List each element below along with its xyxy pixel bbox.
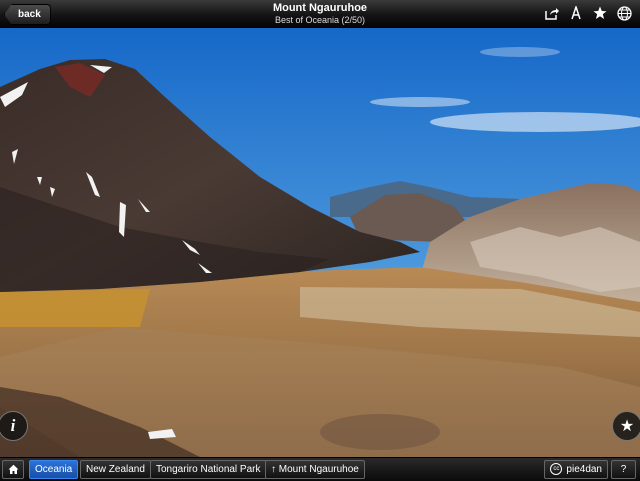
title-area: Mount Ngauruhoe Best of Oceania (2/50) bbox=[180, 2, 460, 26]
author-name: pie4dan bbox=[566, 464, 602, 475]
share-icon[interactable] bbox=[544, 4, 560, 22]
breadcrumb-new-zealand[interactable]: New Zealand bbox=[80, 460, 151, 479]
home-icon bbox=[8, 464, 18, 474]
breadcrumb-mount-ngauruhoe[interactable]: ↑ Mount Ngauruhoe bbox=[265, 460, 365, 479]
add-favorite-button[interactable]: ★ bbox=[612, 411, 640, 441]
help-button[interactable]: ? bbox=[611, 460, 636, 479]
star-icon[interactable] bbox=[592, 4, 608, 22]
text-size-icon[interactable] bbox=[568, 4, 584, 22]
back-button[interactable]: back bbox=[4, 4, 51, 25]
page-subtitle: Best of Oceania (2/50) bbox=[274, 15, 366, 25]
breadcrumb-oceania[interactable]: Oceania bbox=[29, 460, 79, 479]
bottom-bar: Oceania New Zealand Tongariro National P… bbox=[0, 457, 640, 481]
globe-icon[interactable] bbox=[616, 4, 632, 22]
page-title: Mount Ngauruhoe bbox=[272, 2, 368, 14]
author-credit-button[interactable]: cc pie4dan bbox=[544, 460, 608, 479]
breadcrumb-current-label: Mount Ngauruhoe bbox=[278, 464, 359, 475]
home-button[interactable] bbox=[2, 460, 24, 479]
landscape-photo[interactable] bbox=[0, 27, 640, 457]
pin-icon: ↑ bbox=[271, 464, 276, 475]
star-plus-icon: ★ bbox=[619, 418, 635, 435]
top-bar: back Mount Ngauruhoe Best of Oceania (2/… bbox=[0, 0, 640, 28]
breadcrumb-tongariro[interactable]: Tongariro National Park bbox=[150, 460, 267, 479]
top-toolbar bbox=[544, 4, 632, 22]
creative-commons-icon: cc bbox=[550, 463, 563, 476]
